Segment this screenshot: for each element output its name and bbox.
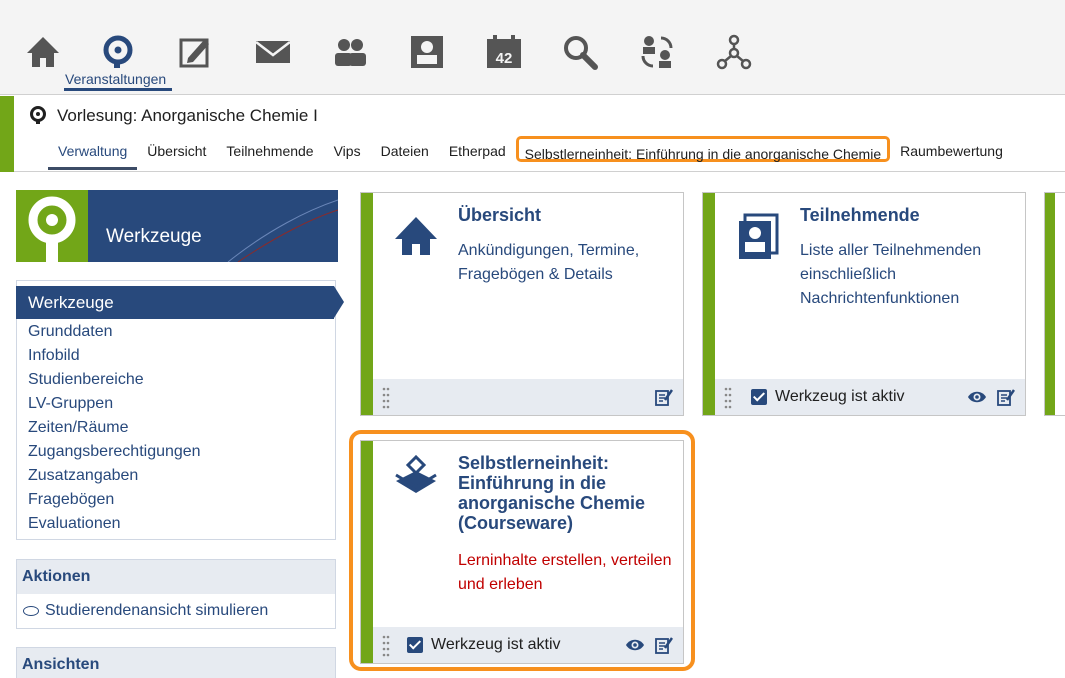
course-tabs: Verwaltung Übersicht Teilnehmende Vips D… [48, 136, 1013, 170]
views-title: Ansichten [17, 648, 335, 678]
tile-description: Ankündigungen, Termine, Fragebögen & Det… [458, 242, 640, 283]
tile-title[interactable]: Selbstlerneinheit: Einführung in die ano… [458, 453, 673, 533]
course-icon [30, 106, 46, 124]
home-icon [395, 217, 437, 255]
tile-accent [361, 441, 373, 663]
nav-active-label[interactable]: Veranstaltungen [65, 71, 166, 87]
tool-active-label: Werkzeug ist aktiv [431, 636, 561, 653]
tool-active-checkbox[interactable] [407, 637, 423, 653]
sidebar-item-lv-gruppen[interactable]: LV-Gruppen [28, 394, 201, 418]
courseware-icon [395, 454, 437, 493]
nav-active-indicator [64, 88, 172, 91]
top-navigation: 42 Veranstaltungen [0, 0, 1065, 95]
sidebar-item-zugangsberechtigungen[interactable]: Zugangsberechtigungen [28, 442, 201, 466]
edit-icon[interactable] [655, 636, 673, 654]
sidebar-item-grunddaten[interactable]: Grunddaten [28, 322, 201, 346]
sidebar-item-werkzeuge[interactable]: Werkzeuge [16, 286, 334, 319]
sync-icon[interactable] [637, 32, 677, 72]
edit-icon[interactable] [997, 388, 1015, 406]
sidebar-header: Werkzeuge [16, 190, 338, 262]
tool-tile-courseware: Selbstlerneinheit: Einführung in die ano… [360, 440, 684, 664]
calendar-icon[interactable]: 42 [484, 32, 524, 72]
svg-text:42: 42 [496, 50, 513, 67]
tile-title[interactable]: Teilnehmende [800, 205, 1015, 225]
tab-teilnehmende[interactable]: Teilnehmende [216, 144, 323, 170]
tile-description: Liste aller Teilnehmenden einschließlich… [800, 242, 982, 307]
tile-footer: Werkzeug ist aktiv [715, 379, 1025, 415]
tile-footer: Werkzeug ist aktiv [373, 627, 683, 663]
views-panel: Ansichten [16, 647, 336, 678]
tool-tile-partial [1044, 192, 1065, 416]
sidebar-item-evaluationen[interactable]: Evaluationen [28, 514, 201, 538]
tile-accent [1045, 193, 1055, 415]
sidebar-list: Grunddaten Infobild Studienbereiche LV-G… [28, 322, 201, 538]
eye-icon [23, 606, 39, 616]
tool-tile-uebersicht: Übersicht Ankündigungen, Termine, Frageb… [360, 192, 684, 416]
tab-verwaltung[interactable]: Verwaltung [48, 144, 138, 170]
profile-icon[interactable] [407, 32, 447, 72]
sidebar-item-infobild[interactable]: Infobild [28, 346, 201, 370]
network-icon[interactable] [714, 32, 754, 72]
drag-handle-icon[interactable] [382, 387, 390, 409]
sidebar-logo [16, 190, 88, 262]
community-icon[interactable] [330, 32, 370, 72]
drag-handle-icon[interactable] [382, 635, 390, 657]
tab-vips[interactable]: Vips [324, 144, 371, 170]
sidebar-navigation: Werkzeuge Grunddaten Infobild Studienber… [16, 280, 344, 540]
sidebar-item-frageboegen[interactable]: Fragebögen [28, 490, 201, 514]
context-accent [0, 96, 14, 172]
tile-footer [373, 379, 683, 415]
participants-icon [739, 213, 779, 259]
tile-title[interactable]: Übersicht [458, 205, 673, 225]
sidebar-item-zusatzangaben[interactable]: Zusatzangaben [28, 466, 201, 490]
mail-icon[interactable] [253, 32, 293, 72]
edit-icon[interactable] [176, 32, 216, 72]
tile-accent [361, 193, 373, 415]
active-arrow [334, 286, 344, 318]
home-icon[interactable] [23, 32, 63, 72]
courses-icon[interactable] [98, 32, 138, 72]
sidebar-item-studienbereiche[interactable]: Studienbereiche [28, 370, 201, 394]
tab-selbstlerneinheit[interactable]: Selbstlerneinheit: Einführung in die ano… [515, 136, 891, 162]
tool-tile-teilnehmende: Teilnehmende Liste aller Teilnehmenden e… [702, 192, 1026, 416]
tile-accent [703, 193, 715, 415]
sidebar-item-zeiten-raeume[interactable]: Zeiten/Räume [28, 418, 201, 442]
tab-uebersicht[interactable]: Übersicht [137, 144, 216, 170]
tab-dateien[interactable]: Dateien [371, 144, 439, 170]
context-bar: Vorlesung: Anorganische Chemie I Verwalt… [0, 96, 1065, 172]
simulate-student-view-label: Studierendenansicht simulieren [45, 602, 269, 619]
sidebar-header-title: Werkzeuge [106, 226, 202, 247]
course-title: Vorlesung: Anorganische Chemie I [57, 106, 318, 125]
drag-handle-icon[interactable] [724, 387, 732, 409]
tab-etherpad[interactable]: Etherpad [439, 144, 516, 170]
tab-raumbewertung[interactable]: Raumbewertung [890, 144, 1013, 170]
actions-panel: Aktionen Studierendenansicht simulieren [16, 559, 336, 629]
visibility-icon[interactable] [625, 637, 645, 653]
edit-icon[interactable] [655, 388, 673, 406]
simulate-student-view-link[interactable]: Studierendenansicht simulieren [17, 594, 335, 628]
tool-active-checkbox[interactable] [751, 389, 767, 405]
tool-active-label: Werkzeug ist aktiv [775, 388, 905, 405]
search-icon[interactable] [560, 32, 600, 72]
actions-title: Aktionen [17, 560, 335, 594]
visibility-icon[interactable] [967, 389, 987, 405]
tile-description: Lerninhalte erstellen, verteilen und erl… [458, 552, 672, 593]
